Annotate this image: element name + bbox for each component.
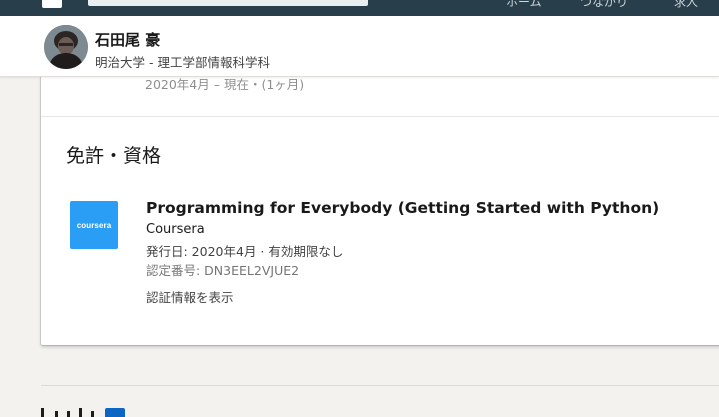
- footer-divider: [41, 385, 719, 386]
- search-input[interactable]: [88, 0, 368, 6]
- footer-linkedin-logo-icon[interactable]: [41, 406, 131, 417]
- certification-issue-date: 発行日: 2020年4月 · 有効期限なし: [146, 244, 344, 259]
- linkedin-logo-icon[interactable]: [42, 0, 62, 8]
- profile-sticky-header: 石田尾 豪 明治大学 - 理工学部情報科学科: [0, 16, 719, 77]
- profile-section-card: 2020年4月 – 現在・(1ヶ月) 免許・資格 coursera Progra…: [41, 60, 719, 345]
- nav-item-jobs[interactable]: 求人: [674, 0, 698, 10]
- footer-logo-wordmark: [41, 406, 97, 417]
- profile-headline: 明治大学 - 理工学部情報科学科: [95, 55, 270, 70]
- nav-item-network[interactable]: つながり: [580, 0, 628, 10]
- profile-name: 石田尾 豪: [95, 31, 161, 49]
- certification-issuer[interactable]: Coursera: [146, 222, 205, 237]
- nav-item-home[interactable]: ホーム: [506, 0, 542, 10]
- top-navigation-bar: ホーム つながり 求人: [0, 0, 719, 16]
- coursera-logo-icon[interactable]: coursera: [70, 201, 118, 249]
- coursera-logo-text: coursera: [76, 220, 112, 230]
- licenses-section-title: 免許・資格: [66, 145, 162, 167]
- avatar[interactable]: [44, 25, 88, 69]
- show-credential-link[interactable]: 認証情報を表示: [146, 287, 234, 306]
- footer-logo-box: [105, 408, 125, 417]
- certification-title[interactable]: Programming for Everybody (Getting Start…: [146, 199, 659, 217]
- certification-credential-id: 認定番号: DN3EEL2VJUE2: [146, 263, 300, 278]
- avatar-photo-icon: [44, 25, 88, 69]
- section-divider: [41, 116, 719, 117]
